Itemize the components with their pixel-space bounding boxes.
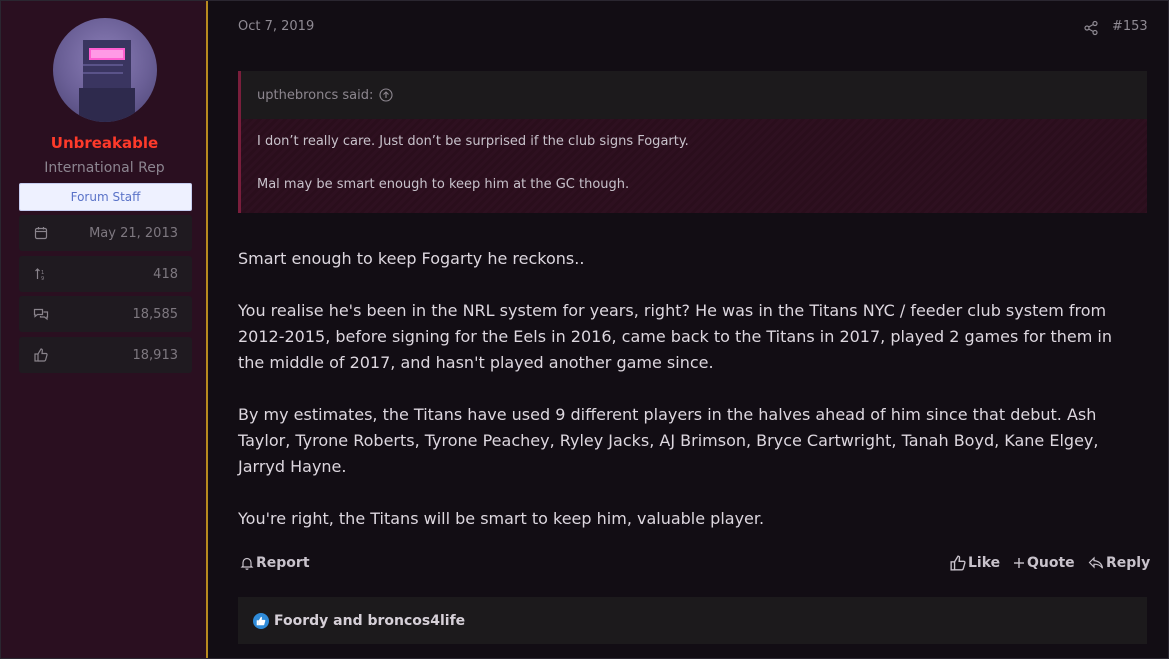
- stat-messages: 18,585: [19, 296, 192, 332]
- quote-header: upthebroncs said:: [241, 71, 1147, 119]
- plus-icon: [1014, 558, 1024, 568]
- stat-joined: May 21, 2013: [19, 215, 192, 251]
- arrow-up-circle-icon[interactable]: [379, 88, 393, 102]
- reactions-text[interactable]: Foordy and broncos4life: [274, 613, 465, 629]
- quote-author[interactable]: upthebroncs said:: [257, 88, 373, 103]
- post-container: Unbreakable International Rep Forum Staf…: [0, 0, 1169, 659]
- post-main: Oct 7, 2019 #153 upthebroncs said: I don…: [210, 1, 1168, 658]
- post-paragraph: By my estimates, the Titans have used 9 …: [238, 405, 1099, 476]
- quote-body: I don’t really care. Just don’t be surpr…: [241, 119, 1147, 213]
- stat-value: 418: [153, 266, 178, 282]
- reactions-bar[interactable]: Foordy and broncos4life: [238, 597, 1147, 644]
- bell-icon: [240, 557, 254, 570]
- quote-line: I don’t really care. Just don’t be surpr…: [257, 134, 689, 149]
- post-paragraph: You realise he's been in the NRL system …: [238, 301, 1112, 372]
- calendar-icon: [33, 225, 49, 241]
- username[interactable]: Unbreakable: [1, 134, 208, 152]
- stat-points: 19 418: [19, 256, 192, 292]
- like-label: Like: [968, 555, 1001, 571]
- post-body: Smart enough to keep Fogarty he reckons.…: [238, 246, 1138, 558]
- share-icon[interactable]: [1083, 20, 1099, 36]
- quote-label: Quote: [1027, 555, 1075, 571]
- reply-label: Reply: [1106, 555, 1151, 571]
- quote-block: upthebroncs said: I don’t really care. J…: [238, 71, 1147, 213]
- quote-button[interactable]: Quote: [1013, 555, 1075, 571]
- post-date[interactable]: Oct 7, 2019: [238, 19, 314, 34]
- avatar[interactable]: [53, 18, 157, 122]
- stat-value: May 21, 2013: [89, 225, 178, 241]
- reply-button[interactable]: Reply: [1088, 555, 1150, 571]
- stat-value: 18,585: [132, 306, 179, 322]
- post-paragraph: Smart enough to keep Fogarty he reckons.…: [238, 249, 585, 268]
- user-card: Unbreakable International Rep Forum Staf…: [1, 1, 208, 658]
- report-label: Report: [256, 555, 310, 571]
- post-actions: Report Like Quote Reply: [238, 555, 1150, 577]
- user-title: International Rep: [44, 160, 165, 176]
- forum-staff-badge: Forum Staff: [19, 183, 192, 211]
- stat-value: 18,913: [132, 347, 179, 363]
- quote-line: Mal may be smart enough to keep him at t…: [257, 177, 630, 192]
- like-button[interactable]: Like: [950, 555, 1000, 571]
- like-reaction-icon: [253, 612, 269, 629]
- report-button[interactable]: Report: [240, 555, 310, 571]
- thumbs-up-icon: [950, 555, 966, 571]
- thumbs-up-icon: [33, 347, 49, 363]
- post-number-link[interactable]: #153: [1112, 19, 1148, 34]
- stat-reactions: 18,913: [19, 337, 192, 373]
- reply-icon: [1088, 556, 1104, 569]
- post-paragraph: You're right, the Titans will be smart t…: [238, 509, 765, 528]
- sort-icon: 19: [33, 266, 49, 282]
- svg-text:9: 9: [41, 276, 44, 281]
- messages-icon: [33, 306, 49, 322]
